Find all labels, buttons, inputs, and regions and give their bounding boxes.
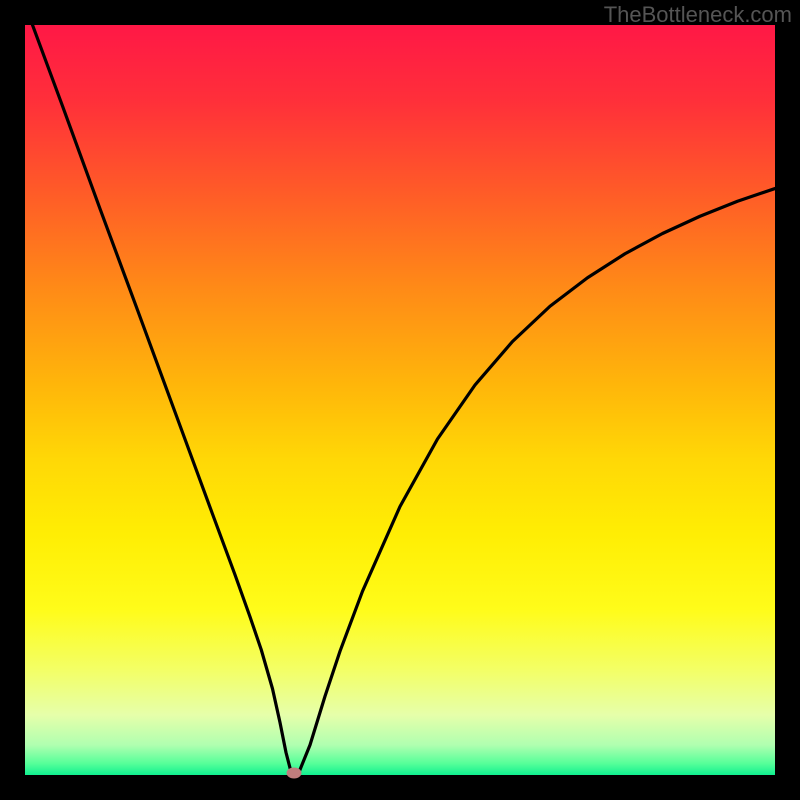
watermark-text: TheBottleneck.com: [604, 2, 792, 28]
optimal-point-marker: [286, 767, 301, 778]
chart-background: [25, 25, 775, 775]
